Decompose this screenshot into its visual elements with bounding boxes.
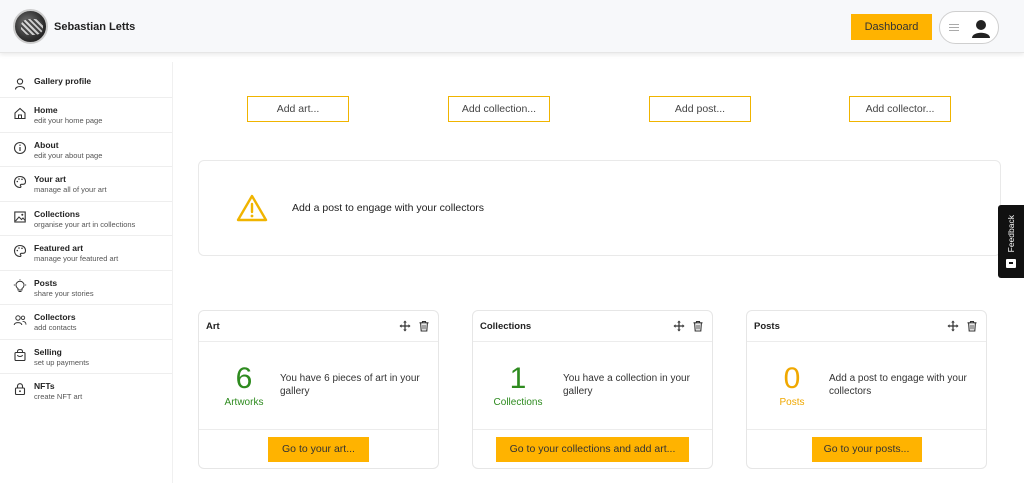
go-to-collections-button[interactable]: Go to your collections and add art...: [496, 436, 689, 462]
art-card: Art 6 Artworks You have 6 pieces of art …: [198, 310, 439, 469]
add-post-button[interactable]: Add post...: [649, 96, 751, 122]
palette-icon: [13, 175, 27, 189]
warning-icon: [236, 194, 268, 222]
sidebar-item-subtitle: edit your home page: [34, 116, 103, 125]
sidebar-item-about[interactable]: About edit your about page: [0, 133, 172, 167]
move-icon[interactable]: [399, 320, 411, 332]
feedback-label: Feedback: [1006, 215, 1016, 253]
collections-count-label: Collections: [493, 397, 543, 408]
sidebar-item-label: Collectors: [34, 312, 76, 322]
posts-count: 0: [783, 362, 801, 395]
sidebar-item-subtitle: set up payments: [34, 358, 90, 367]
sidebar-item-collections[interactable]: Collections organise your art in collect…: [0, 202, 172, 236]
collections-message: You have a collection in your gallery: [563, 373, 690, 397]
hamburger-icon: [949, 24, 959, 31]
sidebar-item-subtitle: manage all of your art: [34, 185, 107, 194]
gallery-logo: [13, 9, 48, 44]
delete-icon[interactable]: [692, 320, 704, 332]
delete-icon[interactable]: [418, 320, 430, 332]
move-icon[interactable]: [947, 320, 959, 332]
sidebar-item-featured-art[interactable]: Featured art manage your featured art: [0, 236, 172, 271]
art-count-stat: 6 Artworks: [209, 362, 279, 408]
sidebar-item-subtitle: manage your featured art: [34, 254, 119, 263]
sidebar-item-label: Your art: [34, 174, 66, 184]
collections-card: Collections 1 Collections You have a col…: [472, 310, 713, 469]
person-icon: [14, 78, 26, 90]
people-icon: [13, 315, 27, 326]
sidebar-item-nfts[interactable]: NFTs create NFT art: [0, 374, 172, 409]
sidebar-item-subtitle: add contacts: [34, 323, 77, 332]
art-count: 6: [235, 362, 253, 395]
card-title: Posts: [754, 320, 780, 332]
sidebar-item-subtitle: create NFT art: [34, 392, 83, 401]
palette-icon: [13, 244, 27, 258]
posts-count-label: Posts: [779, 397, 805, 408]
sidebar-item-label: Gallery profile: [34, 76, 92, 86]
sidebar-item-collectors[interactable]: Collectors add contacts: [0, 305, 172, 340]
go-to-posts-button[interactable]: Go to your posts...: [811, 436, 922, 462]
add-art-button[interactable]: Add art...: [247, 96, 349, 122]
brand-name: Sebastian Letts: [54, 20, 136, 33]
art-count-label: Artworks: [224, 397, 264, 408]
info-icon: [13, 141, 27, 155]
brand[interactable]: Sebastian Letts: [13, 9, 135, 44]
bag-icon: [14, 348, 26, 362]
sidebar-item-label: Featured art: [34, 243, 84, 253]
sidebar-item-subtitle: share your stories: [34, 289, 94, 298]
sidebar-item-your-art[interactable]: Your art manage all of your art: [0, 167, 172, 202]
sidebar-item-label: About: [34, 140, 59, 150]
collections-count-stat: 1 Collections: [483, 362, 553, 408]
top-header: Sebastian Letts Dashboard: [0, 0, 1024, 53]
sidebar-nav: Gallery profile Home edit your home page…: [0, 62, 172, 483]
feedback-tab[interactable]: Feedback: [998, 205, 1024, 278]
card-title: Art: [206, 320, 220, 332]
posts-card: Posts 0 Posts Add a post to engage with …: [746, 310, 987, 469]
sidebar-item-gallery-profile[interactable]: Gallery profile: [0, 62, 172, 98]
add-collection-button[interactable]: Add collection...: [448, 96, 550, 122]
lock-icon: [14, 383, 26, 396]
art-message: You have 6 pieces of art in your gallery: [280, 373, 420, 397]
sidebar-item-home[interactable]: Home edit your home page: [0, 98, 172, 133]
go-to-art-button[interactable]: Go to your art...: [268, 436, 369, 462]
user-menu-button[interactable]: [939, 11, 999, 44]
sidebar-item-label: Posts: [34, 278, 58, 288]
move-icon[interactable]: [673, 320, 685, 332]
sidebar-item-posts[interactable]: Posts share your stories: [0, 271, 172, 305]
sidebar-item-label: NFTs: [34, 381, 55, 391]
main-content: Add art... Add collection... Add post...…: [172, 62, 1024, 483]
dashboard-button[interactable]: Dashboard: [851, 14, 932, 40]
delete-icon[interactable]: [966, 320, 978, 332]
sidebar-item-selling[interactable]: Selling set up payments: [0, 340, 172, 374]
collections-count: 1: [509, 362, 527, 395]
notice-text: Add a post to engage with your collector…: [292, 202, 485, 214]
bulb-icon: [13, 279, 27, 292]
sidebar-item-label: Collections: [34, 209, 80, 219]
sidebar-item-label: Home: [34, 105, 58, 115]
feedback-icon: [1006, 258, 1016, 268]
image-icon: [14, 211, 26, 223]
add-collector-button[interactable]: Add collector...: [849, 96, 951, 122]
sidebar-item-subtitle: edit your about page: [34, 151, 103, 160]
user-avatar-icon: [968, 14, 994, 41]
sidebar-item-subtitle: organise your art in collections: [34, 220, 136, 229]
sidebar-item-label: Selling: [34, 347, 62, 357]
posts-message: Add a post to engage with your collector…: [829, 373, 967, 397]
post-notice-panel: Add a post to engage with your collector…: [198, 160, 1001, 256]
card-title: Collections: [480, 320, 532, 332]
posts-count-stat: 0 Posts: [757, 362, 827, 408]
home-icon: [14, 107, 26, 120]
